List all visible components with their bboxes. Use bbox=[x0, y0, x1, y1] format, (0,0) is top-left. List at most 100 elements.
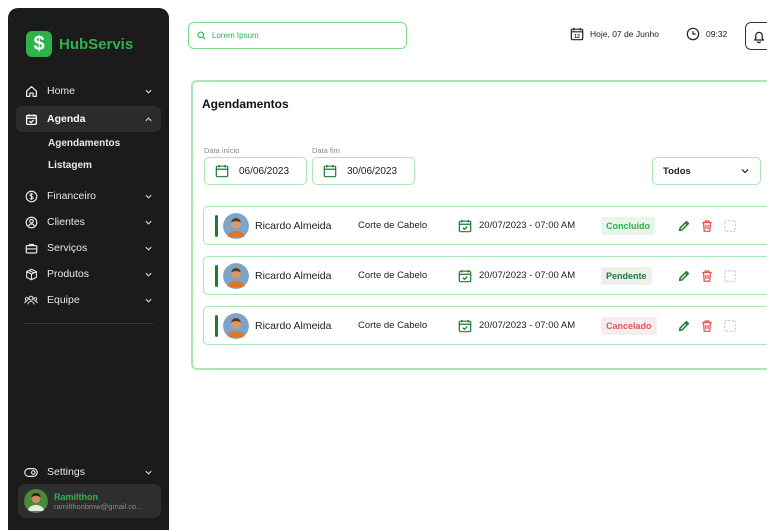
edit-pencil-icon[interactable] bbox=[676, 318, 692, 334]
search-input[interactable] bbox=[212, 31, 392, 40]
table-row[interactable]: Ricardo Almeida Corte de Cabelo 20/07/20… bbox=[203, 206, 767, 245]
sidebar-item-label: Equipe bbox=[47, 294, 80, 306]
service-name: Corte de Cabelo bbox=[358, 320, 428, 331]
calendar-check-icon bbox=[458, 319, 472, 332]
sidebar-settings: Settings bbox=[16, 459, 161, 485]
sidebar-item-settings[interactable]: Settings bbox=[16, 459, 161, 485]
dollar-icon bbox=[24, 189, 38, 203]
row-actions bbox=[676, 218, 745, 234]
search-icon bbox=[197, 27, 206, 45]
date-text: Hoje, 07 de Junho bbox=[590, 29, 659, 39]
page-title: Agendamentos bbox=[202, 97, 289, 111]
chevron-down-icon[interactable] bbox=[143, 86, 153, 96]
sidebar-item-home[interactable]: Home bbox=[16, 78, 161, 104]
service-name: Corte de Cabelo bbox=[358, 270, 428, 281]
appointment-datetime: 20/07/2023 - 07:00 AM bbox=[458, 269, 601, 283]
row-accent-bar bbox=[215, 314, 218, 337]
box-icon bbox=[24, 267, 38, 281]
end-date-field[interactable]: 30/06/2023 bbox=[312, 157, 415, 185]
chevron-down-icon[interactable] bbox=[143, 217, 153, 227]
app-logo[interactable]: $ HubServis bbox=[26, 31, 133, 57]
status-badge: Pendente bbox=[601, 266, 652, 285]
avatar bbox=[223, 312, 249, 339]
user-email: ramilthonbmw@gmail.co... bbox=[54, 501, 143, 511]
search-box[interactable] bbox=[188, 22, 407, 49]
user-circle-icon bbox=[24, 215, 38, 229]
select-checkbox-icon[interactable] bbox=[722, 268, 738, 284]
table-row[interactable]: Ricardo Almeida Corte de Cabelo 20/07/20… bbox=[203, 306, 767, 345]
status-filter-value: Todos bbox=[663, 165, 691, 177]
client-name: Ricardo Almeida bbox=[255, 319, 332, 332]
appointment-datetime: 20/07/2023 - 07:00 AM bbox=[458, 219, 601, 233]
edit-pencil-icon[interactable] bbox=[676, 268, 692, 284]
sidebar-item-produtos[interactable]: Produtos bbox=[16, 261, 161, 287]
sidebar-divider bbox=[24, 323, 153, 324]
home-icon bbox=[24, 84, 38, 98]
chevron-up-icon[interactable] bbox=[143, 114, 153, 124]
chevron-down-icon[interactable] bbox=[143, 295, 153, 305]
team-icon bbox=[24, 293, 38, 307]
calendar-check-icon bbox=[24, 112, 38, 126]
row-actions bbox=[676, 318, 745, 334]
avatar bbox=[223, 212, 249, 239]
sidebar-item-label: Financeiro bbox=[47, 190, 97, 202]
sidebar-item-equipe[interactable]: Equipe bbox=[16, 287, 161, 313]
briefcase-icon bbox=[24, 241, 38, 255]
sidebar-item-clientes[interactable]: Clientes bbox=[16, 209, 161, 235]
end-date-value: 30/06/2023 bbox=[347, 165, 398, 177]
calendar-day-badge: 12 bbox=[574, 34, 580, 40]
sidebar-item-label: Serviços bbox=[47, 242, 88, 254]
sidebar-subitem-listagem[interactable]: Listagem bbox=[16, 154, 161, 176]
status-filter-select[interactable]: Todos bbox=[652, 157, 761, 185]
trash-icon[interactable] bbox=[699, 218, 715, 234]
chevron-down-icon[interactable] bbox=[143, 243, 153, 253]
current-date: 12 Hoje, 07 de Junho bbox=[570, 27, 659, 41]
status-badge: Cancelado bbox=[601, 316, 657, 335]
sidebar-item-servicos[interactable]: Serviços bbox=[16, 235, 161, 261]
sidebar-item-financeiro[interactable]: Financeiro bbox=[16, 183, 161, 209]
client-name: Ricardo Almeida bbox=[255, 269, 332, 282]
status-badge: Concluído bbox=[601, 216, 655, 235]
bell-icon bbox=[754, 31, 764, 43]
end-date-label: Data fim bbox=[312, 146, 340, 155]
table-row[interactable]: Ricardo Almeida Corte de Cabelo 20/07/20… bbox=[203, 256, 767, 295]
start-date-field[interactable]: 06/06/2023 bbox=[204, 157, 307, 185]
appointment-datetime: 20/07/2023 - 07:00 AM bbox=[458, 319, 601, 333]
chevron-down-icon[interactable] bbox=[143, 467, 153, 477]
sidebar-item-label: Settings bbox=[47, 466, 85, 478]
trash-icon[interactable] bbox=[699, 268, 715, 284]
current-time: 09:32 bbox=[686, 27, 727, 41]
user-name: Ramilthon bbox=[54, 491, 98, 502]
datetime-text: 20/07/2023 - 07:00 AM bbox=[479, 320, 576, 331]
row-accent-bar bbox=[215, 264, 218, 287]
sidebar-nav: Home Agenda Agendamentos Listagem Financ… bbox=[16, 78, 161, 324]
notifications-button[interactable] bbox=[745, 22, 767, 50]
sidebar-item-label: Produtos bbox=[47, 268, 90, 280]
edit-pencil-icon[interactable] bbox=[676, 218, 692, 234]
select-checkbox-icon[interactable] bbox=[722, 318, 738, 334]
sidebar: $ HubServis Home Agenda Agendamentos Lis… bbox=[8, 8, 169, 530]
trash-icon[interactable] bbox=[699, 318, 715, 334]
app-name: HubServis bbox=[59, 35, 134, 53]
sidebar-item-label: Agenda bbox=[47, 113, 86, 125]
calendar-icon bbox=[323, 164, 337, 178]
calendar-icon bbox=[215, 164, 229, 178]
start-date-label: Data início bbox=[204, 146, 240, 155]
chevron-down-icon[interactable] bbox=[143, 269, 153, 279]
select-checkbox-icon[interactable] bbox=[722, 218, 738, 234]
sidebar-item-label: Clientes bbox=[47, 216, 85, 228]
avatar bbox=[223, 262, 249, 289]
time-text: 09:32 bbox=[706, 29, 728, 39]
clock-icon bbox=[686, 27, 700, 41]
sidebar-subitem-agendamentos[interactable]: Agendamentos bbox=[16, 132, 161, 154]
calendar-check-icon bbox=[458, 219, 472, 232]
user-profile[interactable]: Ramilthon ramilthonbmw@gmail.co... bbox=[18, 484, 161, 518]
avatar bbox=[24, 489, 48, 513]
chevron-down-icon[interactable] bbox=[143, 191, 153, 201]
logo-dollar-icon: $ bbox=[26, 31, 52, 57]
datetime-text: 20/07/2023 - 07:00 AM bbox=[479, 220, 576, 231]
toggle-icon bbox=[24, 465, 38, 479]
client-name: Ricardo Almeida bbox=[255, 219, 332, 232]
sidebar-item-label: Home bbox=[47, 85, 76, 97]
sidebar-item-agenda[interactable]: Agenda bbox=[16, 106, 161, 132]
